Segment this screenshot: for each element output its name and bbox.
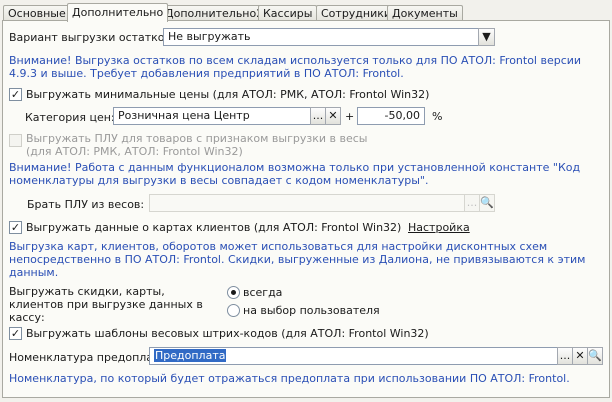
plu-label: Выгружать ПЛУ для товаров с признаком вы… (26, 132, 368, 158)
select-icon[interactable]: ... (310, 107, 326, 125)
clear-icon[interactable]: ✕ (325, 107, 341, 125)
discounts-option-user-choice: на выбор пользователя (243, 304, 380, 317)
cards-label: Выгружать данные о картах клиентов (для … (26, 221, 402, 234)
barcodes-label: Выгружать шаблоны весовых штрих-кодов (д… (26, 327, 429, 340)
tab-employees[interactable]: Сотрудники (316, 5, 397, 21)
cards-note: Выгрузка карт, клиентов, оборотов может … (9, 240, 586, 279)
prepay-value: Предоплата (154, 349, 227, 362)
plu-checkbox[interactable] (9, 134, 22, 147)
tab-additional[interactable]: Дополнительно (67, 3, 169, 22)
tab-cashiers[interactable]: Кассиры (258, 5, 318, 21)
scales-search-icon[interactable]: 🔍 (479, 194, 495, 212)
price-category-input[interactable]: Розничная цена Центр (113, 107, 311, 125)
discounts-label: Выгружать скидки, карты, клиентов при вы… (9, 285, 203, 324)
stock-variant-label: Вариант выгрузки остатков: (9, 31, 175, 44)
percent-sign: % (432, 110, 443, 123)
cards-settings-link[interactable]: Настройка (408, 221, 470, 234)
discounts-radio-always[interactable] (227, 286, 240, 299)
prepay-label: Номенклатура предоплата: (9, 351, 170, 364)
min-prices-checkbox[interactable]: ✓ (9, 88, 22, 101)
tab-additional2[interactable]: Дополнительно2 (160, 5, 269, 21)
stock-variant-select[interactable]: Не выгружать (163, 28, 479, 46)
scales-input[interactable] (149, 194, 465, 212)
percent-input[interactable]: -50,00 (357, 107, 425, 125)
price-category-label: Категория цен: (25, 111, 115, 124)
tab-documents[interactable]: Документы (387, 5, 463, 21)
scales-select-icon[interactable]: ... (464, 194, 480, 212)
prepay-input[interactable]: Предоплата (149, 347, 558, 365)
prepay-note: Номенклатура, по который будет отражатьс… (9, 372, 570, 385)
prepay-clear-icon[interactable]: ✕ (572, 347, 588, 365)
tab-panel: Вариант выгрузки остатков: Не выгружать … (2, 20, 610, 398)
prepay-search-icon[interactable]: 🔍 (587, 347, 603, 365)
prepay-select-icon[interactable]: ... (557, 347, 573, 365)
cards-checkbox[interactable]: ✓ (9, 221, 22, 234)
discounts-option-always: всегда (243, 286, 283, 299)
dropdown-icon[interactable]: ▼ (478, 28, 495, 46)
stock-note: Внимание! Выгрузка остатков по всем скла… (9, 54, 582, 80)
discounts-radio-user-choice[interactable] (227, 304, 240, 317)
plu-note: Внимание! Работа с данным функционалом в… (9, 161, 581, 187)
tab-main[interactable]: Основные (3, 5, 71, 21)
barcodes-checkbox[interactable]: ✓ (9, 327, 22, 340)
plus-sign: + (345, 110, 355, 123)
scales-label: Брать ПЛУ из весов: (27, 198, 145, 211)
min-prices-label: Выгружать минимальные цены (для АТОЛ: РМ… (26, 88, 430, 101)
